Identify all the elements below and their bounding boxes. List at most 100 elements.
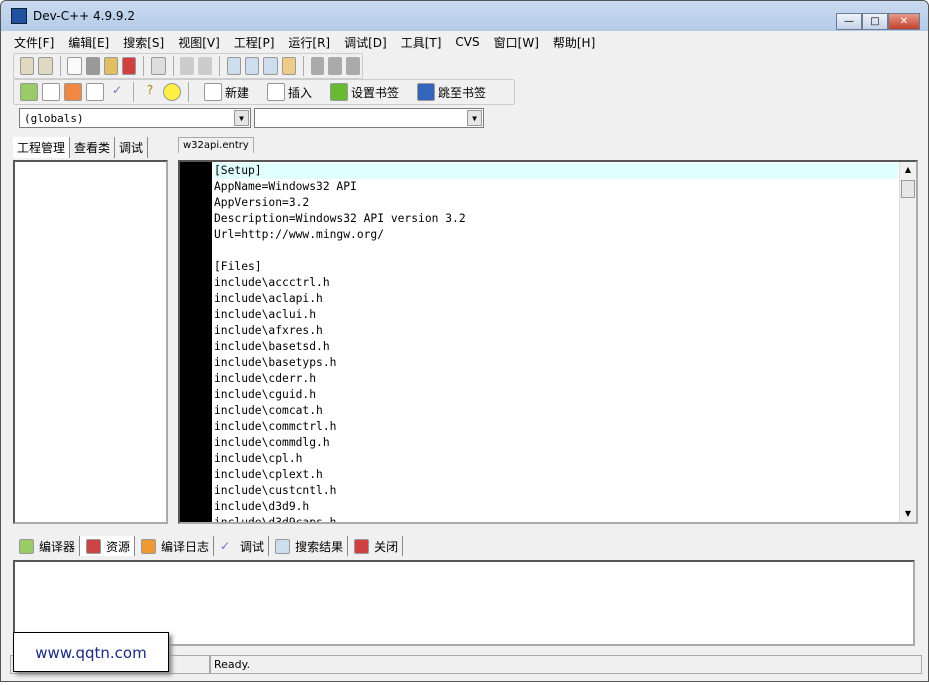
menu-bar: 文件[F] 编辑[E] 搜索[S] 视图[V] 工程[P] 运行[R] 调试[D… [1, 31, 928, 53]
code-line: include\commctrl.h [214, 420, 337, 433]
tab-project[interactable]: 工程管理 [13, 137, 71, 158]
next-icon[interactable] [328, 57, 343, 75]
stop-icon[interactable] [346, 57, 360, 75]
code-line: include\cpl.h [214, 452, 303, 465]
run-icon[interactable] [42, 83, 60, 101]
scroll-thumb[interactable] [901, 180, 915, 198]
code-line: AppVersion=3.2 [214, 196, 310, 209]
resources-icon [86, 538, 102, 554]
open-project-icon[interactable] [38, 57, 53, 75]
code-line: Description=Windows32 API version 3.2 [214, 212, 466, 225]
tab-compiler[interactable]: 编译器 [13, 536, 81, 556]
tab-resources[interactable]: 资源 [80, 536, 136, 556]
code-editor[interactable]: [Setup] AppName=Windows32 API AppVersion=3… [178, 160, 918, 524]
tab-debug-output[interactable]: ✓ 调试 [214, 536, 270, 556]
code-line: include\aclapi.h [214, 292, 323, 305]
close-icon [354, 538, 370, 554]
new-label: 新建 [225, 85, 250, 100]
code-line: [Files] [214, 260, 262, 273]
replace-icon[interactable] [244, 57, 260, 75]
minimize-button[interactable]: — [836, 13, 862, 30]
about-icon[interactable] [163, 83, 181, 101]
chart-icon [141, 538, 157, 554]
prev-icon[interactable] [310, 57, 325, 75]
code-line: include\basetyps.h [214, 356, 337, 369]
menu-view[interactable]: 视图[V] [171, 34, 227, 51]
vertical-scrollbar[interactable]: ▲ ▼ [899, 162, 916, 522]
goto-bookmark-label: 跳至书签 [438, 85, 487, 100]
help-icon[interactable]: ? [141, 83, 159, 101]
menu-tools[interactable]: 工具[T] [394, 34, 449, 51]
undo-icon[interactable] [180, 57, 195, 75]
insert-label: 插入 [288, 85, 313, 100]
redo-icon[interactable] [198, 57, 212, 75]
class-combo-value: (globals) [24, 111, 84, 125]
menu-file[interactable]: 文件[F] [7, 34, 61, 51]
chevron-down-icon[interactable]: ▼ [467, 110, 482, 126]
code-line: include\cguid.h [214, 388, 317, 401]
tab-label: 编译日志 [161, 539, 210, 554]
tab-label: 编译器 [39, 539, 76, 554]
tab-classes[interactable]: 查看类 [70, 137, 116, 158]
editor-gutter [180, 162, 212, 522]
insert-button[interactable]: 插入 [265, 83, 312, 101]
member-combo[interactable]: ▼ [254, 108, 484, 128]
tab-label: 关闭 [374, 539, 399, 554]
new-file-icon[interactable] [67, 57, 82, 75]
code-line: Url=http://www.mingw.org/ [214, 228, 385, 241]
close-file-icon[interactable] [122, 57, 137, 75]
goto-bookmark-button[interactable]: 跳至书签 [415, 83, 486, 101]
search-icon [275, 538, 291, 554]
tab-close[interactable]: 关闭 [348, 536, 404, 556]
editor-tab[interactable]: w32api.entry [178, 137, 254, 153]
code-line: include\aclui.h [214, 308, 317, 321]
title-bar: Dev-C++ 4.9.9.2 — □ ✕ [1, 1, 928, 31]
menu-help[interactable]: 帮助[H] [546, 34, 602, 51]
menu-run[interactable]: 运行[R] [281, 34, 337, 51]
maximize-button[interactable]: □ [862, 13, 888, 30]
class-combo[interactable]: (globals) ▼ [19, 108, 251, 128]
menu-debug[interactable]: 调试[D] [337, 34, 394, 51]
check-icon: ✓ [220, 538, 231, 553]
code-area[interactable]: [Setup] AppName=Windows32 API AppVersion=3… [214, 163, 898, 522]
new-icon [204, 83, 222, 101]
scroll-down-icon[interactable]: ▼ [900, 506, 916, 522]
tab-label: 搜索结果 [295, 539, 344, 554]
tab-search-results[interactable]: 搜索结果 [269, 536, 349, 556]
menu-cvs[interactable]: CVS [448, 35, 486, 49]
goto-line-icon[interactable] [281, 57, 296, 75]
insert-icon [267, 83, 286, 101]
save-icon[interactable] [85, 57, 100, 75]
code-line: [Setup] [214, 163, 898, 179]
print-icon[interactable] [151, 57, 166, 75]
menu-search[interactable]: 搜索[S] [116, 34, 171, 51]
set-bookmark-label: 设置书签 [351, 85, 400, 100]
code-line: include\cderr.h [214, 372, 317, 385]
compile-icon[interactable] [20, 83, 38, 101]
find-next-icon[interactable] [263, 57, 278, 75]
bookmark-goto-icon [417, 83, 436, 101]
project-tree[interactable] [13, 160, 168, 524]
code-line: include\basetsd.h [214, 340, 330, 353]
rebuild-icon[interactable] [86, 83, 104, 101]
menu-project[interactable]: 工程[P] [227, 34, 282, 51]
compile-run-icon[interactable] [64, 83, 82, 101]
tab-debug[interactable]: 调试 [115, 137, 149, 158]
find-icon[interactable] [226, 57, 241, 75]
left-panel-tabs: 工程管理 查看类 调试 [13, 137, 149, 158]
new-button[interactable]: 新建 [202, 83, 249, 101]
menu-edit[interactable]: 编辑[E] [61, 34, 116, 51]
close-button[interactable]: ✕ [888, 13, 920, 30]
menu-window[interactable]: 窗口[W] [487, 34, 546, 51]
check-icon[interactable]: ✓ [108, 83, 126, 101]
set-bookmark-button[interactable]: 设置书签 [328, 83, 399, 101]
code-line: include\accctrl.h [214, 276, 330, 289]
chevron-down-icon[interactable]: ▼ [234, 110, 249, 126]
new-project-icon[interactable] [20, 57, 35, 75]
save-all-icon[interactable] [103, 57, 119, 75]
tab-compile-log[interactable]: 编译日志 [135, 536, 215, 556]
scroll-up-icon[interactable]: ▲ [900, 162, 916, 178]
class-browser-bar: (globals) ▼ ▼ [19, 105, 928, 131]
code-line: include\afxres.h [214, 324, 323, 337]
